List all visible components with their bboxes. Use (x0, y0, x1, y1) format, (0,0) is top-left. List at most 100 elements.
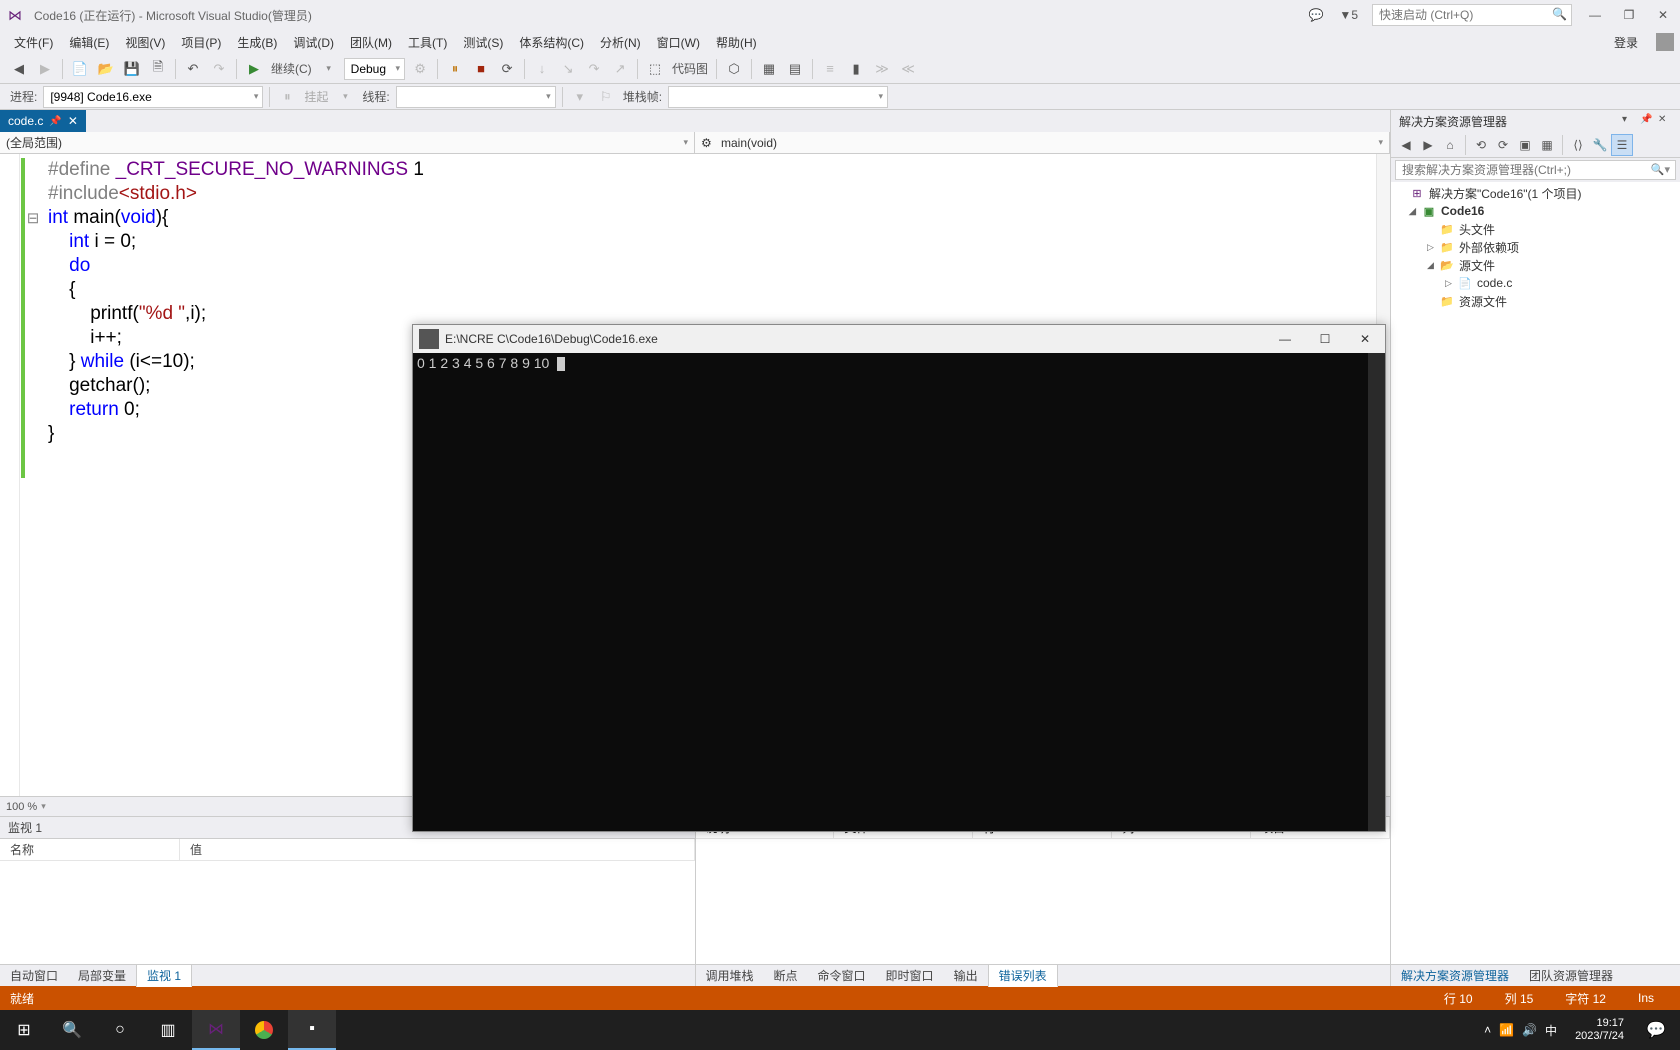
thread-flag-icon[interactable]: ⚐ (594, 85, 618, 109)
step-over-icon[interactable]: ↷ (582, 57, 606, 81)
pause-icon[interactable]: ⏸ (443, 57, 467, 81)
sources-folder[interactable]: ◢📂源文件 (1391, 256, 1680, 274)
bottom-tab[interactable]: 错误列表 (988, 964, 1058, 987)
minimize-button[interactable]: ― (1578, 0, 1612, 30)
outdent-icon[interactable]: ≪ (896, 57, 920, 81)
zoom-value[interactable]: 100 % (6, 801, 37, 813)
file-node-codec[interactable]: ▷📄code.c (1391, 274, 1680, 292)
output-icon[interactable]: ▤ (783, 57, 807, 81)
watch-body[interactable] (0, 861, 695, 964)
new-project-icon[interactable]: 📄 (68, 57, 92, 81)
hex-icon[interactable]: ⬡ (722, 57, 746, 81)
save-all-icon[interactable]: 🗎 (146, 57, 170, 81)
preview-icon[interactable]: 🔧 (1589, 134, 1611, 156)
process-combo[interactable]: [9948] Code16.exe (43, 86, 263, 108)
member-combo[interactable]: ⚙main(void) (695, 132, 1390, 153)
home-icon[interactable]: ⌂ (1439, 134, 1461, 156)
avatar-icon[interactable] (1656, 33, 1674, 51)
console-min-button[interactable]: ― (1265, 325, 1305, 353)
platform-icon[interactable]: ⚙ (408, 57, 432, 81)
menu-item[interactable]: 项目(P) (173, 31, 229, 54)
codemap-icon[interactable]: ⬚ (643, 57, 667, 81)
taskview-button[interactable]: ▥ (144, 1010, 192, 1050)
side-search[interactable]: 🔍▾ (1391, 158, 1680, 182)
stackframe-combo[interactable] (668, 86, 888, 108)
solution-node[interactable]: ⊞解决方案"Code16"(1 个项目) (1391, 184, 1680, 202)
taskbar-vs-icon[interactable]: ⋈ (192, 1010, 240, 1050)
bottom-tab[interactable]: 局部变量 (68, 965, 136, 986)
watch-col-value[interactable]: 值 (180, 839, 695, 860)
config-combo[interactable]: Debug (344, 58, 405, 80)
console-body[interactable]: 0 1 2 3 4 5 6 7 8 9 10 (413, 353, 1368, 831)
taskbar-clock[interactable]: 19:17 2023/7/24 (1567, 1017, 1632, 1043)
continue-dropdown-icon[interactable]: ▾ (317, 57, 341, 81)
step-into-icon[interactable]: ↘ (556, 57, 580, 81)
tray-wifi-icon[interactable]: 📶 (1499, 1023, 1514, 1037)
error-body[interactable] (696, 839, 1391, 964)
tray-chevron-icon[interactable]: ˄ (1484, 1023, 1491, 1037)
menu-item[interactable]: 工具(T) (400, 31, 455, 54)
view-icon[interactable]: ☰ (1611, 134, 1633, 156)
side-search-input[interactable] (1395, 160, 1676, 180)
cortana-button[interactable]: ○ (96, 1010, 144, 1050)
quick-launch-box[interactable]: 🔍 (1372, 4, 1572, 26)
locals-icon[interactable]: ▦ (757, 57, 781, 81)
menu-item[interactable]: 体系结构(C) (511, 31, 592, 54)
refresh-icon[interactable]: ⟳ (1492, 134, 1514, 156)
bottom-tab[interactable]: 即时窗口 (876, 965, 944, 986)
side-pin-icon[interactable]: 📌 (1640, 114, 1654, 128)
indent-icon[interactable]: ≫ (870, 57, 894, 81)
bookmark-icon[interactable]: ▮ (844, 57, 868, 81)
side-dropdown-icon[interactable]: ▾ (1622, 114, 1636, 128)
undo-icon[interactable]: ↶ (181, 57, 205, 81)
menu-item[interactable]: 窗口(W) (649, 31, 708, 54)
feedback-icon[interactable]: 💬 (1300, 8, 1331, 22)
continue-icon[interactable]: ▶ (242, 57, 266, 81)
breakpoint-gutter[interactable] (0, 154, 20, 796)
tray-volume-icon[interactable]: 🔊 (1522, 1023, 1537, 1037)
sign-in-link[interactable]: 登录 (1602, 31, 1650, 54)
project-node[interactable]: ◢▣Code16 (1391, 202, 1680, 220)
scope-combo[interactable]: (全局范围) (0, 132, 695, 153)
taskbar-chrome-icon[interactable] (240, 1010, 288, 1050)
pin-icon[interactable]: 📌 (49, 116, 61, 127)
watch-col-name[interactable]: 名称 (0, 839, 180, 860)
console-titlebar[interactable]: E:\NCRE C\Code16\Debug\Code16.exe ― ☐ ✕ (413, 325, 1385, 353)
console-max-button[interactable]: ☐ (1305, 325, 1345, 353)
side-search-icon[interactable]: 🔍▾ (1651, 163, 1670, 176)
bottom-tab[interactable]: 自动窗口 (0, 965, 68, 986)
system-tray[interactable]: ˄ 📶 🔊 中 (1474, 1022, 1567, 1039)
tab-close-icon[interactable]: ✕ (68, 114, 78, 128)
solution-tree[interactable]: ⊞解决方案"Code16"(1 个项目) ◢▣Code16 📁头文件 ▷📁外部依… (1391, 182, 1680, 964)
tray-ime[interactable]: 中 (1545, 1022, 1557, 1039)
codemap-label[interactable]: 代码图 (668, 60, 712, 77)
zoom-dropdown-icon[interactable]: ▾ (41, 801, 46, 812)
suspend-icon[interactable]: ⏸ (275, 85, 299, 109)
console-window[interactable]: E:\NCRE C\Code16\Debug\Code16.exe ― ☐ ✕ … (412, 324, 1386, 832)
thread-combo[interactable] (396, 86, 556, 108)
menu-item[interactable]: 文件(F) (6, 31, 61, 54)
side-tab[interactable]: 团队资源管理器 (1519, 965, 1623, 986)
continue-label[interactable]: 继续(C) (267, 60, 316, 77)
show-next-icon[interactable]: ↓ (530, 57, 554, 81)
side-tab[interactable]: 解决方案资源管理器 (1391, 965, 1519, 986)
bottom-tab[interactable]: 输出 (944, 965, 988, 986)
bottom-tab[interactable]: 监视 1 (136, 964, 192, 987)
menu-item[interactable]: 分析(N) (592, 31, 649, 54)
menu-item[interactable]: 生成(B) (229, 31, 285, 54)
back-icon[interactable]: ◀ (1395, 134, 1417, 156)
nav-back-icon[interactable]: ◀ (7, 57, 31, 81)
filter-icon[interactable]: ▾ (568, 85, 592, 109)
search-icon[interactable]: 🔍 (1552, 7, 1567, 21)
save-icon[interactable]: 💾 (120, 57, 144, 81)
menu-item[interactable]: 调试(D) (285, 31, 342, 54)
restart-icon[interactable]: ⟳ (495, 57, 519, 81)
side-close-icon[interactable]: ✕ (1658, 114, 1672, 128)
outline-gutter[interactable]: ⊟ (26, 154, 40, 796)
menu-item[interactable]: 测试(S) (455, 31, 511, 54)
close-button[interactable]: ✕ (1646, 0, 1680, 30)
open-icon[interactable]: 📂 (94, 57, 118, 81)
bottom-tab[interactable]: 调用堆栈 (696, 965, 764, 986)
maximize-button[interactable]: ❐ (1612, 0, 1646, 30)
menu-item[interactable]: 编辑(E) (61, 31, 117, 54)
